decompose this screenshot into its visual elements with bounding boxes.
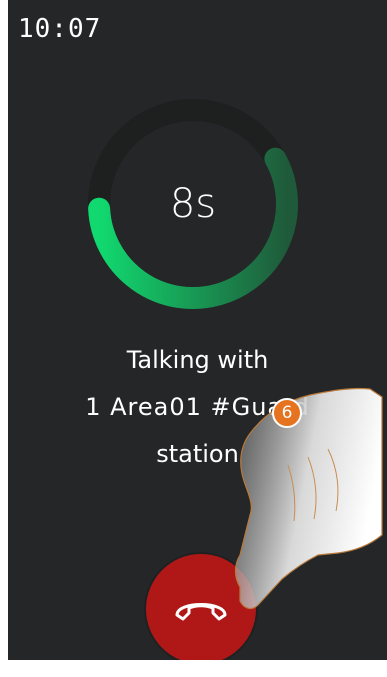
step-number-badge: 6 [272, 398, 302, 428]
phone-hangup-icon [175, 603, 227, 621]
caller-type: station [156, 440, 239, 468]
call-screen: 10:07 8s Talking with 1 Area01 #Guard st… [8, 0, 387, 660]
call-timer-ring: 8s [83, 94, 303, 314]
talking-with-label: Talking with [126, 346, 269, 374]
hangup-button[interactable] [146, 554, 256, 660]
status-time: 10:07 [18, 14, 102, 44]
call-timer-text: 8s [169, 181, 217, 227]
caller-name: 1 Area01 #Guard [85, 393, 310, 421]
